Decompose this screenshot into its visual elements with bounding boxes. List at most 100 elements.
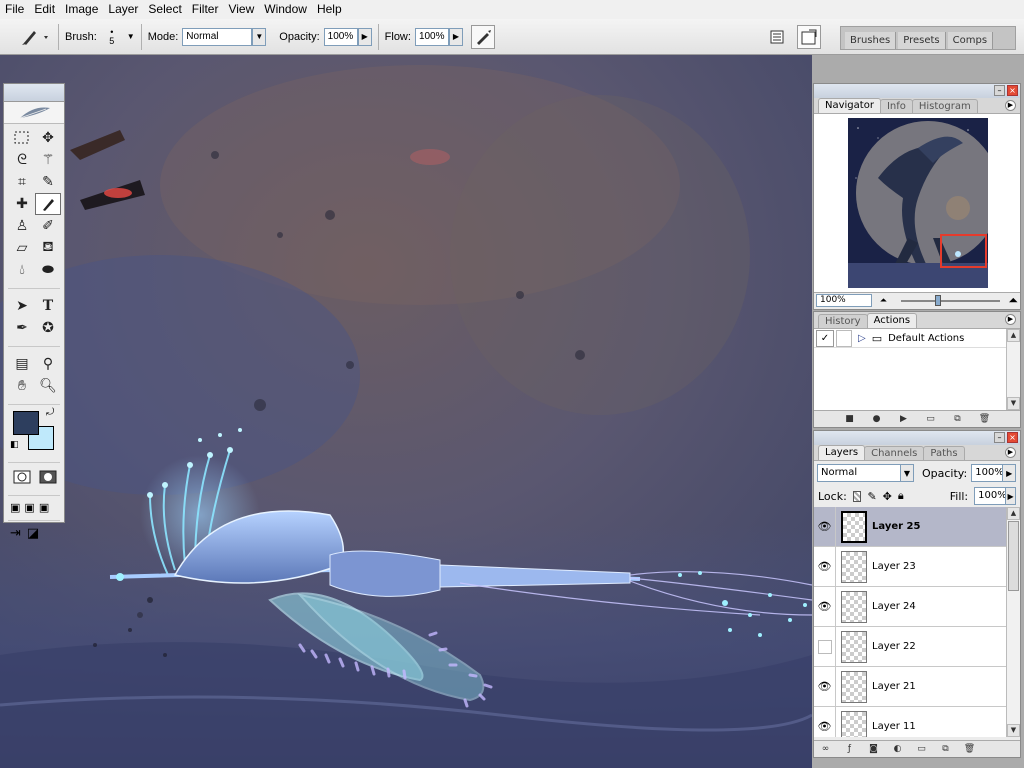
standard-mode-button[interactable] [9, 466, 35, 488]
marquee-tool[interactable] [9, 127, 35, 149]
standard-screen-icon[interactable]: ▣ [10, 501, 20, 514]
flow-input[interactable]: 100% [414, 27, 449, 46]
lock-position-icon[interactable]: ✥ [883, 490, 892, 503]
layer-mask-icon[interactable]: ◙ [868, 744, 879, 755]
menu-edit[interactable]: Edit [29, 0, 60, 19]
lock-all-icon[interactable]: 🔒︎ [898, 489, 904, 503]
type-tool[interactable]: T [35, 295, 61, 317]
dialog-toggle-icon[interactable] [836, 329, 852, 347]
brush-picker[interactable]: Brush: • 5 ▼ [65, 27, 135, 46]
menu-view[interactable]: View [223, 0, 259, 19]
layer-style-icon[interactable]: ƒ [844, 744, 855, 755]
tab-paths[interactable]: Paths [923, 446, 965, 460]
new-layer-icon[interactable]: ⧉ [940, 744, 951, 755]
panel-menu-icon[interactable]: ▶ [1005, 447, 1016, 458]
visibility-toggle[interactable] [814, 626, 836, 667]
paint-bucket-tool[interactable]: ⛾ [35, 237, 61, 259]
crop-tool[interactable]: ⌗ [9, 171, 35, 193]
action-set-row[interactable]: ✓ ▷ ▭ Default Actions [814, 329, 1020, 348]
well-tab-comps[interactable]: Comps [947, 32, 994, 49]
zoom-input[interactable]: 100% [816, 294, 872, 307]
layer-row[interactable]: Layer 22 [814, 626, 1006, 667]
actions-scrollbar[interactable]: ▲ ▼ [1006, 329, 1020, 410]
airbrush-button[interactable] [470, 24, 495, 49]
dodge-tool[interactable]: ⬬ [35, 259, 61, 281]
minimize-icon[interactable]: – [994, 85, 1005, 96]
scroll-down-icon[interactable]: ▼ [1007, 724, 1020, 737]
well-tab-presets[interactable]: Presets [898, 32, 946, 49]
pen-tool[interactable]: ✒ [9, 317, 35, 339]
record-icon[interactable]: ● [871, 414, 882, 425]
minimize-icon[interactable]: – [994, 432, 1005, 443]
panel-menu-icon[interactable]: ▶ [1005, 100, 1016, 111]
full-screen-menu-icon[interactable]: ▣ [24, 501, 34, 514]
trash-icon[interactable]: 🗑︎ [979, 414, 990, 425]
palette-well-button[interactable] [796, 24, 821, 49]
new-group-icon[interactable]: ▭ [916, 744, 927, 755]
layer-row[interactable]: 👁︎ Layer 25 [814, 507, 1006, 547]
visibility-toggle[interactable]: 👁︎ [814, 666, 836, 707]
eyedropper-tool[interactable]: ⚲ [35, 353, 61, 375]
tab-history[interactable]: History [818, 314, 868, 328]
new-set-icon[interactable]: ▭ [925, 414, 936, 425]
history-brush-tool[interactable]: ✐ [35, 215, 61, 237]
healing-brush-tool[interactable]: ✚ [9, 193, 35, 215]
hand-tool[interactable]: ✋︎ [9, 375, 35, 397]
visibility-toggle[interactable]: 👁︎ [814, 706, 836, 737]
path-selection-tool[interactable]: ➤ [9, 295, 35, 317]
notes-tool[interactable]: ▤ [9, 353, 35, 375]
magic-wand-tool[interactable]: ⚚ [35, 149, 61, 171]
layer-row[interactable]: 👁︎ Layer 24 [814, 586, 1006, 627]
trash-icon[interactable]: 🗑︎ [964, 744, 975, 755]
opacity-slider-arrow-icon[interactable]: ▶ [357, 27, 372, 46]
well-tab-brushes[interactable]: Brushes [845, 32, 897, 49]
tab-actions[interactable]: Actions [866, 313, 918, 328]
tab-info[interactable]: Info [879, 99, 913, 113]
tab-channels[interactable]: Channels [864, 446, 925, 460]
close-icon[interactable]: × [1007, 85, 1018, 96]
scroll-up-icon[interactable]: ▲ [1007, 329, 1020, 342]
imageready-icon[interactable]: ◪ [27, 526, 39, 541]
panel-title-bar[interactable]: – × [814, 431, 1020, 445]
zoom-tool[interactable]: 🔍︎ [35, 375, 61, 397]
zoom-out-icon[interactable]: ⏶ [880, 296, 887, 306]
fill-input[interactable]: 100% [974, 487, 1007, 505]
clone-stamp-tool[interactable]: ♙ [9, 215, 35, 237]
chevron-down-icon[interactable]: ▼ [252, 27, 267, 46]
layer-row[interactable]: 👁︎ Layer 11 [814, 706, 1006, 737]
custom-shape-tool[interactable]: ✪ [35, 317, 61, 339]
menu-window[interactable]: Window [259, 0, 312, 19]
quick-mask-button[interactable] [35, 466, 61, 488]
checkmark-icon[interactable]: ✓ [816, 329, 834, 347]
eraser-tool[interactable]: ▱ [9, 237, 35, 259]
blur-tool[interactable]: 💧︎ [9, 259, 35, 281]
stop-icon[interactable]: ■ [844, 414, 855, 425]
document-canvas[interactable] [0, 55, 812, 768]
app-feather-logo[interactable] [4, 102, 64, 124]
link-layers-icon[interactable]: ∞ [820, 744, 831, 755]
visibility-toggle[interactable]: 👁︎ [814, 586, 836, 627]
opacity-slider-arrow-icon[interactable]: ▶ [1002, 464, 1017, 482]
jump-to-imageready-icon[interactable]: ⇥ [10, 526, 21, 541]
layer-row[interactable]: 👁︎ Layer 23 [814, 546, 1006, 587]
brush-tool[interactable] [35, 193, 61, 215]
lasso-tool[interactable]: ᘓ [9, 149, 35, 171]
panel-menu-icon[interactable]: ▶ [1005, 314, 1016, 325]
menu-layer[interactable]: Layer [103, 0, 143, 19]
adjustment-layer-icon[interactable]: ◐ [892, 744, 903, 755]
file-browser-button[interactable] [765, 25, 789, 49]
lock-transparency-icon[interactable] [852, 490, 862, 502]
opacity-input[interactable]: 100% [323, 27, 358, 46]
tab-navigator[interactable]: Navigator [818, 98, 881, 113]
tab-layers[interactable]: Layers [818, 445, 866, 460]
toolbox-title-bar[interactable] [4, 84, 64, 102]
visibility-toggle[interactable]: 👁︎ [814, 507, 836, 547]
flow-slider-arrow-icon[interactable]: ▶ [448, 27, 463, 46]
tool-preset-picker[interactable] [14, 25, 54, 49]
tab-histogram[interactable]: Histogram [911, 99, 978, 113]
scroll-down-icon[interactable]: ▼ [1007, 397, 1020, 410]
slice-tool[interactable]: ✎ [35, 171, 61, 193]
menu-help[interactable]: Help [312, 0, 347, 19]
menu-image[interactable]: Image [60, 0, 103, 19]
blend-mode-select[interactable]: Normal [817, 464, 901, 482]
